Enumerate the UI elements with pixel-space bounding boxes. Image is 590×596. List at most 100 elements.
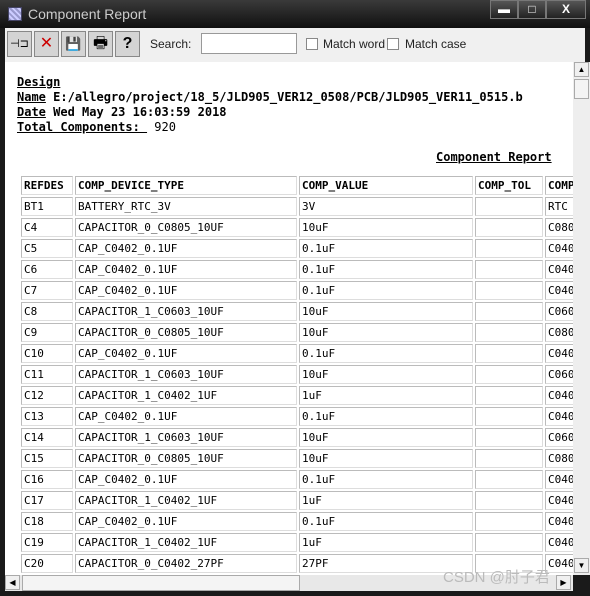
table-cell: CAPACITOR_0_C0402_27PF	[75, 554, 297, 573]
scroll-down-icon[interactable]: ▼	[574, 558, 589, 573]
table-cell	[475, 491, 543, 510]
table-cell	[475, 260, 543, 279]
table-row: C18CAP_C0402_0.1UF0.1uF C0402	[21, 512, 573, 531]
table-cell	[475, 218, 543, 237]
name-value: E:/allegro/project/18_5/JLD905_VER12_050…	[53, 90, 523, 104]
report-content: Design Name E:/allegro/project/18_5/JLD9…	[5, 62, 573, 575]
print-icon[interactable]: 🖶	[88, 31, 113, 57]
maximize-button[interactable]: □	[518, 0, 546, 19]
table-cell: C0402	[545, 344, 573, 363]
table-cell: C0402	[545, 386, 573, 405]
table-cell: C18	[21, 512, 73, 531]
match-case-label: Match case	[405, 37, 467, 51]
minimize-button[interactable]: ▬	[490, 0, 518, 19]
table-cell: C0402	[545, 260, 573, 279]
table-cell: 0.1uF	[299, 470, 473, 489]
table-row: C11CAPACITOR_1_C0603_10UF10uF C0603	[21, 365, 573, 384]
table-cell: 0.1uF	[299, 407, 473, 426]
table-cell: C4	[21, 218, 73, 237]
table-cell: 10uF	[299, 449, 473, 468]
close-report-icon[interactable]: ✕	[34, 31, 59, 57]
table-cell: C0805	[545, 323, 573, 342]
match-word-label: Match word	[323, 37, 386, 51]
table-cell: 10uF	[299, 365, 473, 384]
table-cell: 3V	[299, 197, 473, 216]
report-title: Component Report	[436, 150, 552, 164]
table-cell: C0402	[545, 533, 573, 552]
table-row: C9CAPACITOR_0_C0805_10UF10uF C0805	[21, 323, 573, 342]
save-icon[interactable]: 💾	[61, 31, 86, 57]
table-cell: C0402	[545, 239, 573, 258]
close-button[interactable]: X	[546, 0, 586, 19]
table-cell	[475, 428, 543, 447]
table-cell	[475, 386, 543, 405]
vertical-scroll-thumb[interactable]	[574, 79, 589, 99]
table-cell: C0402	[545, 470, 573, 489]
table-row: C17CAPACITOR_1_C0402_1UF1uF C0402	[21, 491, 573, 510]
table-cell	[475, 449, 543, 468]
table-cell: CAPACITOR_1_C0603_10UF	[75, 365, 297, 384]
table-cell: C13	[21, 407, 73, 426]
table-row: C5CAP_C0402_0.1UF0.1uF C0402	[21, 239, 573, 258]
table-row: C10CAP_C0402_0.1UF0.1uF C0402	[21, 344, 573, 363]
title-bar: Component Report ▬ □ X	[0, 0, 590, 28]
table-cell: 0.1uF	[299, 260, 473, 279]
table-cell: C0402	[545, 512, 573, 531]
match-case-checkbox[interactable]	[387, 38, 399, 50]
table-cell: C16	[21, 470, 73, 489]
table-cell	[475, 533, 543, 552]
watermark: CSDN @肘子君	[443, 569, 550, 586]
table-cell: CAPACITOR_1_C0402_1UF	[75, 491, 297, 510]
table-cell	[475, 365, 543, 384]
column-header: COMP_TOL	[475, 176, 543, 195]
table-cell: C5	[21, 239, 73, 258]
table-cell: 10uF	[299, 302, 473, 321]
table-cell: CAP_C0402_0.1UF	[75, 512, 297, 531]
table-row: BT1 BATTERY_RTC_3V 3V RTC	[21, 197, 573, 216]
date-value: Wed May 23 16:03:59 2018	[53, 105, 227, 119]
table-cell: C14	[21, 428, 73, 447]
table-row: C12CAPACITOR_1_C0402_1UF1uF C0402	[21, 386, 573, 405]
pin-icon[interactable]: ⊣⊐	[7, 31, 32, 57]
table-cell	[475, 197, 543, 216]
table-cell	[475, 407, 543, 426]
table-cell: 0.1uF	[299, 281, 473, 300]
table-cell: C0402	[545, 491, 573, 510]
table-header-row: REFDES COMP_DEVICE_TYPE COMP_VALUE COMP_TOL…	[21, 176, 573, 195]
table-cell: 1uF	[299, 491, 473, 510]
horizontal-scroll-thumb[interactable]	[22, 575, 300, 591]
table-cell: C0603	[545, 428, 573, 447]
match-word-checkbox[interactable]	[306, 38, 318, 50]
table-row: C4CAPACITOR_0_C0805_10UF10uF C0805	[21, 218, 573, 237]
table-cell: C0805	[545, 449, 573, 468]
window-title: Component Report	[28, 6, 147, 22]
scroll-right-icon[interactable]: ▶	[556, 575, 571, 590]
vertical-scrollbar[interactable]: ▲ ▼	[573, 62, 590, 575]
table-cell: C7	[21, 281, 73, 300]
column-header: COMP_DEVICE_TYPE	[75, 176, 297, 195]
table-cell: RTC	[545, 197, 573, 216]
search-label: Search:	[150, 37, 192, 51]
table-cell: CAPACITOR_1_C0603_10UF	[75, 302, 297, 321]
table-cell: CAP_C0402_0.1UF	[75, 407, 297, 426]
table-row: C14CAPACITOR_1_C0603_10UF10uF C0603	[21, 428, 573, 447]
table-cell: CAPACITOR_0_C0805_10UF	[75, 449, 297, 468]
column-header: REFDES	[21, 176, 73, 195]
table-cell: CAPACITOR_1_C0402_1UF	[75, 386, 297, 405]
table-cell: C11	[21, 365, 73, 384]
table-cell: C6	[21, 260, 73, 279]
scroll-left-icon[interactable]: ◀	[5, 575, 20, 590]
search-input[interactable]	[201, 33, 297, 54]
table-cell: CAP_C0402_0.1UF	[75, 470, 297, 489]
table-cell: C0603	[545, 365, 573, 384]
table-cell: CAP_C0402_0.1UF	[75, 239, 297, 258]
table-cell: C9	[21, 323, 73, 342]
table-cell	[475, 302, 543, 321]
help-icon[interactable]: ?	[115, 31, 140, 57]
table-cell	[475, 470, 543, 489]
scroll-up-icon[interactable]: ▲	[574, 62, 589, 77]
table-cell: 0.1uF	[299, 239, 473, 258]
table-cell: C10	[21, 344, 73, 363]
table-cell: C8	[21, 302, 73, 321]
table-cell: 10uF	[299, 428, 473, 447]
